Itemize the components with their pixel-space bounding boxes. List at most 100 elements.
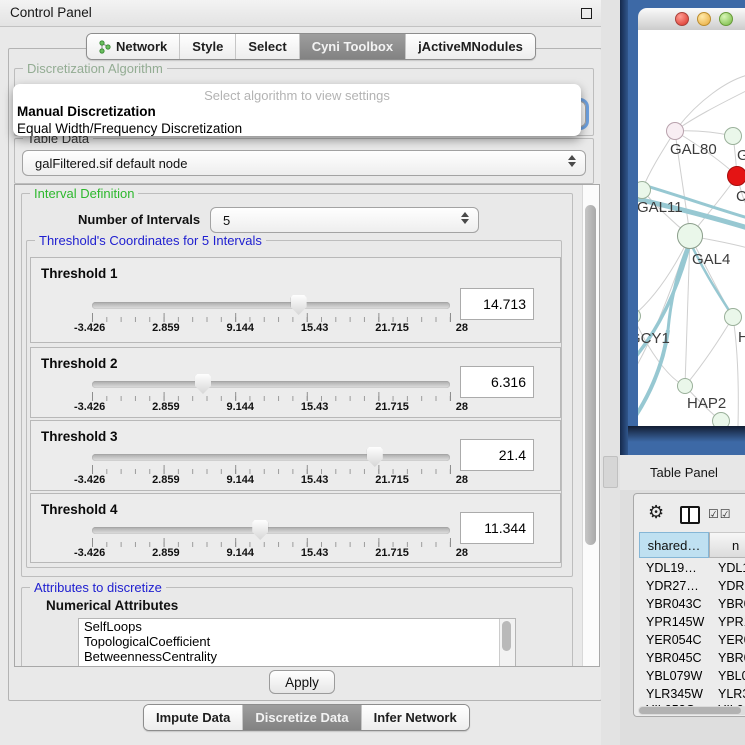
- panel-title: Control Panel: [10, 5, 92, 20]
- threshold-3-value-field[interactable]: [460, 439, 534, 471]
- table-row[interactable]: YDR27…YDR2: [639, 578, 745, 596]
- network-node-selected-red[interactable]: [727, 166, 745, 186]
- list-item-betweennesscentrality[interactable]: BetweennessCentrality: [79, 649, 515, 664]
- node-label-gal11: GAL11: [638, 199, 683, 216]
- gear-icon[interactable]: ⚙: [648, 502, 664, 523]
- interval-definition-title: Interval Definition: [30, 186, 138, 201]
- tab-network[interactable]: Network: [87, 34, 180, 59]
- node-label-hap2: HAP2: [687, 395, 726, 412]
- network-branch-icon: [99, 40, 111, 54]
- network-canvas[interactable]: GAL80 GA C GAL11 GAL4 GCY1 H HAP2: [638, 30, 745, 426]
- threshold-1-slider[interactable]: [92, 302, 450, 309]
- combo-arrows-icon: [568, 155, 576, 167]
- threshold-4-slider-thumb[interactable]: [252, 520, 268, 540]
- slider-ticks: [92, 538, 451, 547]
- interval-definition-group: Interval Definition Number of Intervals …: [21, 193, 573, 577]
- popup-placeholder: Select algorithm to view settings: [13, 88, 581, 103]
- settings-scrollpane: Interval Definition Number of Intervals …: [14, 184, 600, 667]
- table-row[interactable]: YDL19…YDL1: [639, 560, 745, 578]
- threshold-3-slider[interactable]: [92, 454, 450, 461]
- threshold-3-slider-thumb[interactable]: [367, 447, 383, 467]
- attributes-group: Attributes to discretize Numerical Attri…: [21, 587, 573, 667]
- column-selector-icon[interactable]: [680, 506, 700, 524]
- close-traffic-light[interactable]: [675, 12, 689, 26]
- numerical-attributes-label: Numerical Attributes: [46, 598, 178, 613]
- list-item-selfloops[interactable]: SelfLoops: [79, 619, 515, 634]
- slider-ticks: [92, 392, 451, 401]
- number-of-intervals-value: 5: [223, 213, 230, 228]
- slider-tick-labels: -3.426 2.859 9.144 15.43 21.715 28: [74, 322, 468, 334]
- threshold-1-value-field[interactable]: [460, 288, 534, 320]
- table-row[interactable]: YER054CYER0: [639, 632, 745, 650]
- table-row[interactable]: YBR043CYBR0: [639, 596, 745, 614]
- divider-handle[interactable]: [603, 456, 618, 488]
- float-window-icon[interactable]: [581, 8, 592, 19]
- algorithm-dropdown-popup: Select algorithm to view settings Manual…: [13, 84, 581, 136]
- numerical-attributes-list[interactable]: SelfLoops TopologicalCoefficient Between…: [78, 618, 516, 667]
- checkbox-icons[interactable]: ☑☑: [708, 507, 732, 521]
- list-scrollbar[interactable]: [499, 619, 515, 667]
- threshold-1-slider-thumb[interactable]: [291, 295, 307, 315]
- node-label-gcy1: GCY1: [638, 330, 670, 347]
- table-row[interactable]: YPR145WYPR1: [639, 614, 745, 632]
- settings-scrollbar[interactable]: [582, 185, 599, 666]
- network-window-titlebar[interactable]: [638, 8, 745, 31]
- panel-divider[interactable]: [601, 0, 620, 745]
- threshold-3-label: Threshold 3: [41, 429, 118, 444]
- network-node[interactable]: [712, 412, 730, 426]
- tab-discretize-data[interactable]: Discretize Data: [243, 705, 361, 730]
- network-node-hap2[interactable]: [677, 378, 693, 394]
- table-panel-body: ⚙ ☑☑ shared… n YDL19…YDL1 YDR27…YDR2 YBR…: [620, 490, 745, 745]
- tab-jactivemnodules[interactable]: jActiveMNodules: [406, 34, 535, 59]
- threshold-2-value-field[interactable]: [460, 366, 534, 398]
- minimize-traffic-light[interactable]: [697, 12, 711, 26]
- tab-style[interactable]: Style: [180, 34, 236, 59]
- table-data-value: galFiltered.sif default node: [35, 156, 187, 171]
- cyni-mode-tabbar: Impute Data Discretize Data Infer Networ…: [143, 704, 470, 731]
- threshold-3-panel: Threshold 3 -3.426 2.859 9.144 15.43 21.…: [30, 420, 561, 491]
- list-item-topologicalcoefficient[interactable]: TopologicalCoefficient: [79, 634, 515, 649]
- network-node[interactable]: [724, 308, 742, 326]
- popup-option-equal-width[interactable]: Equal Width/Frequency Discretization: [13, 121, 581, 138]
- slider-ticks: [92, 313, 451, 322]
- threshold-4-slider[interactable]: [92, 527, 450, 534]
- number-of-intervals-combobox[interactable]: 5: [210, 207, 479, 233]
- zoom-traffic-light[interactable]: [719, 12, 733, 26]
- settings-scrollbar-thumb[interactable]: [585, 205, 596, 545]
- network-node-gal4[interactable]: [677, 223, 703, 249]
- threshold-2-slider[interactable]: [92, 381, 450, 388]
- threshold-1-panel: Threshold 1 -3.426 2.859 9.144 15.43 21.…: [30, 257, 561, 343]
- apply-button[interactable]: Apply: [269, 670, 335, 694]
- control-panel-tabbar: Network Style Select Cyni Toolbox jActiv…: [86, 33, 536, 60]
- network-node[interactable]: [724, 127, 742, 145]
- tab-network-label: Network: [116, 39, 167, 54]
- tab-cyni-toolbox[interactable]: Cyni Toolbox: [300, 34, 406, 59]
- table-data-combobox[interactable]: galFiltered.sif default node: [22, 150, 586, 176]
- threshold-4-value-field[interactable]: [460, 512, 534, 544]
- tab-infer-network[interactable]: Infer Network: [362, 705, 469, 730]
- popup-option-manual-discretization[interactable]: Manual Discretization: [13, 104, 581, 121]
- table-row[interactable]: YBL079WYBL0: [639, 668, 745, 686]
- table-row[interactable]: YBR045CYBR0: [639, 650, 745, 668]
- slider-ticks: [92, 465, 451, 474]
- network-node-gal80[interactable]: [666, 122, 684, 140]
- node-label-gal80: GAL80: [670, 141, 717, 158]
- column-header-shared-name[interactable]: shared…: [639, 532, 709, 558]
- thresholds-group: Threshold's Coordinates for 5 Intervals …: [26, 240, 562, 568]
- column-header-name[interactable]: n: [709, 532, 745, 558]
- control-panel-titlebar: Control Panel ✕: [0, 0, 620, 27]
- tab-select[interactable]: Select: [236, 34, 299, 59]
- node-table-container: ⚙ ☑☑ shared… n YDL19…YDL1 YDR27…YDR2 YBR…: [633, 493, 745, 717]
- application-window: Control Panel ✕ Network Style Select Cyn…: [0, 0, 745, 745]
- combo-arrows-icon: [461, 212, 469, 224]
- threshold-2-label: Threshold 2: [41, 356, 118, 371]
- threshold-4-label: Threshold 4: [41, 502, 118, 517]
- thresholds-group-title: Threshold's Coordinates for 5 Intervals: [35, 233, 266, 248]
- table-horizontal-scrollbar-thumb[interactable]: [639, 707, 741, 714]
- node-label-partial-ga: GA: [737, 147, 745, 164]
- slider-tick-labels: -3.426 2.859 9.144 15.43 21.715 28: [74, 474, 468, 486]
- table-horizontal-scrollbar[interactable]: [638, 706, 745, 715]
- tab-impute-data[interactable]: Impute Data: [144, 705, 243, 730]
- threshold-2-slider-thumb[interactable]: [195, 374, 211, 394]
- number-of-intervals-label: Number of Intervals: [78, 212, 200, 227]
